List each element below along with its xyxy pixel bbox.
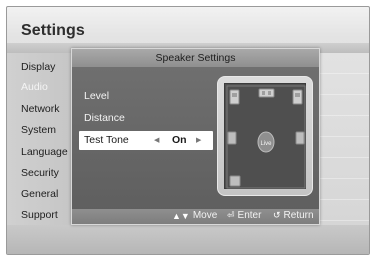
return-label: Return — [283, 210, 314, 221]
sidebar-item-network[interactable]: Network — [21, 103, 60, 115]
surround-right-speaker-icon — [295, 131, 305, 145]
dialog-body: Level Distance Test Tone ◀ On ▶ Live — [72, 67, 319, 211]
sidebar-item-system[interactable]: System — [21, 124, 56, 136]
menu-item-distance[interactable]: Distance — [84, 112, 125, 124]
listener-label: Live — [260, 141, 272, 147]
room-floor: Live — [224, 83, 306, 189]
center-speaker-icon — [258, 88, 275, 98]
speaker-diagram-svg: Live — [226, 85, 306, 189]
subwoofer-icon — [229, 175, 241, 187]
tv-screen: Settings Display Audio Network System La… — [6, 6, 370, 255]
sidebar-item-audio[interactable]: Audio — [21, 81, 48, 93]
settings-sidebar: Display Audio Network System Language Se… — [7, 53, 71, 225]
menu-item-test-tone[interactable]: Test Tone ◀ On ▶ — [79, 131, 213, 150]
left-arrow-icon[interactable]: ◀ — [154, 131, 159, 150]
enter-hint: ⏎ Enter — [227, 210, 261, 221]
move-arrows-icon: ▲▼ — [172, 210, 190, 221]
dialog-footer: ▲▼ Move ⏎ Enter ↺ Return — [72, 209, 319, 224]
move-hint: ▲▼ Move — [172, 210, 217, 221]
sidebar-item-display[interactable]: Display — [21, 61, 55, 73]
enter-label: Enter — [237, 210, 262, 221]
speaker-layout-diagram: Live — [217, 76, 313, 196]
front-left-speaker-icon — [229, 89, 240, 105]
return-hint: ↺ Return — [273, 210, 314, 221]
sidebar-item-general[interactable]: General — [21, 188, 58, 200]
front-right-speaker-icon — [292, 89, 303, 105]
test-tone-value: On — [172, 134, 187, 146]
sidebar-item-language[interactable]: Language — [21, 146, 68, 158]
move-label: Move — [192, 210, 218, 221]
right-arrow-icon[interactable]: ▶ — [196, 131, 201, 150]
test-tone-label: Test Tone — [84, 134, 129, 146]
return-icon: ↺ — [273, 210, 281, 220]
bottom-strip — [7, 225, 369, 254]
surround-left-speaker-icon — [227, 131, 237, 145]
speaker-settings-dialog: Speaker Settings Level Distance Test Ton… — [71, 48, 320, 225]
sidebar-item-support[interactable]: Support — [21, 209, 58, 221]
dialog-title: Speaker Settings — [72, 49, 319, 67]
menu-item-level[interactable]: Level — [84, 90, 109, 102]
page-title: Settings — [21, 22, 85, 39]
listener-icon: Live — [257, 131, 275, 153]
enter-icon: ⏎ — [227, 210, 235, 220]
sidebar-item-security[interactable]: Security — [21, 167, 59, 179]
